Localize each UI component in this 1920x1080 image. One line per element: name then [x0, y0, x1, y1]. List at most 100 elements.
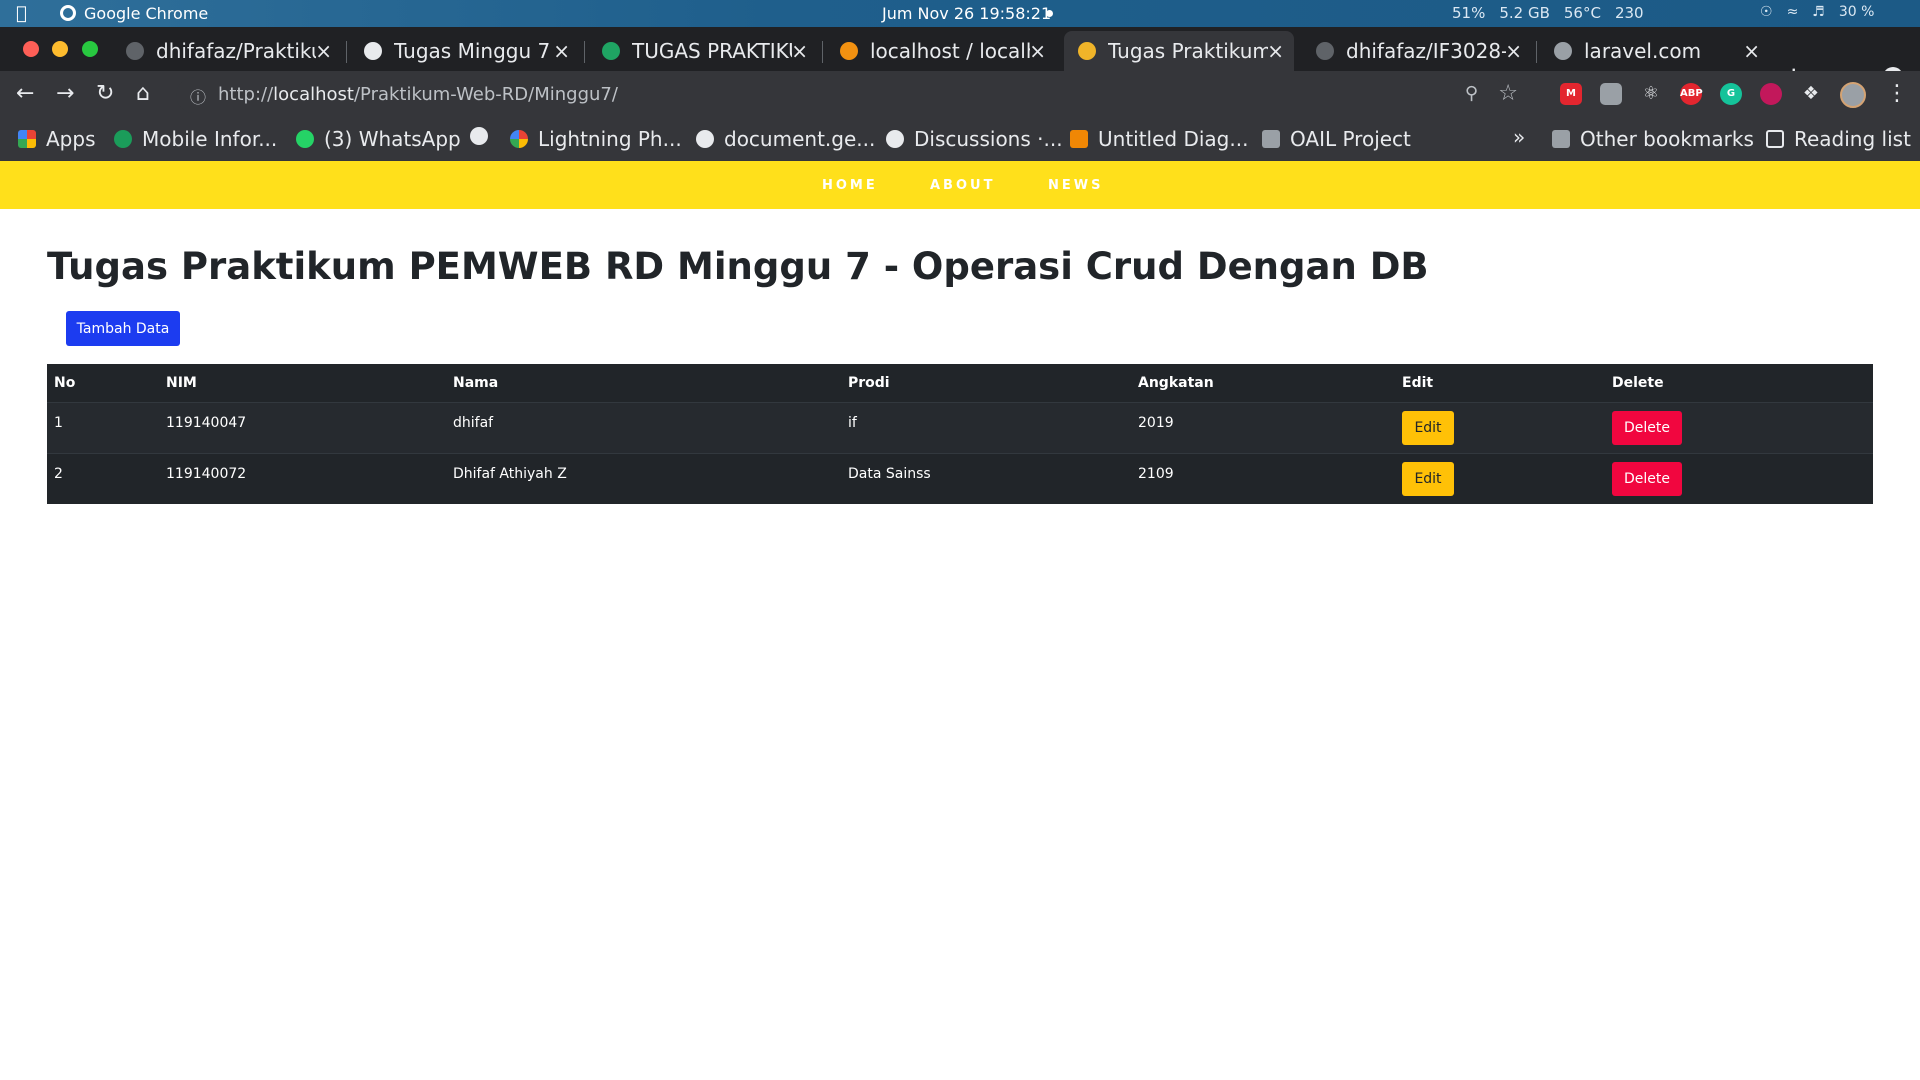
nav-news[interactable]: NEWS	[1048, 178, 1103, 193]
reading-list-icon	[1766, 130, 1784, 148]
browser-tab[interactable]: Tugas Minggu 7 F ×	[350, 31, 580, 71]
extension-icon[interactable]	[1600, 83, 1622, 105]
puzzle-extensions-icon[interactable]: ❖	[1800, 83, 1822, 105]
phpmyadmin-icon	[840, 42, 858, 60]
edit-button[interactable]: Edit	[1402, 462, 1454, 496]
tab-strip: dhifafaz/Praktiku × Tugas Minggu 7 F × TUGAS…	[0, 27, 1920, 93]
table-row: 2 119140072 Dhifaf Athiyah Z Data Sainss…	[47, 453, 1873, 504]
bookmark-lightning[interactable]: Lightning Ph...	[510, 127, 682, 151]
bookmark-diagram[interactable]: Untitled Diag...	[1070, 127, 1248, 151]
reading-list[interactable]: Reading list	[1766, 127, 1911, 151]
bookmark-label: document.ge...	[724, 127, 876, 151]
address-url[interactable]: http://localhost/Praktikum-Web-RD/Minggu…	[218, 84, 618, 105]
cell-prodi: Data Sainss	[848, 466, 931, 482]
close-tab-icon[interactable]: ×	[553, 39, 570, 63]
column-header: NIM	[166, 375, 197, 391]
more-menu-icon[interactable]: ⋮	[1886, 81, 1908, 106]
bookmark-label: Untitled Diag...	[1098, 127, 1249, 151]
back-arrow-icon[interactable]: ←	[16, 81, 34, 106]
browser-toolbar: ← → ↻ ⌂ ⓘ http://localhost/Praktikum-Web…	[0, 71, 1920, 119]
home-icon[interactable]: ⌂	[136, 81, 150, 106]
browser-tab[interactable]: localhost / localh ×	[826, 31, 1056, 71]
adblock-icon[interactable]: ABP	[1680, 83, 1703, 105]
apps-grid-icon	[18, 130, 36, 148]
column-header: Prodi	[848, 375, 890, 391]
tab-title: Tugas Praktikum	[1108, 39, 1268, 63]
battery-stat[interactable]: 30 %	[1839, 4, 1875, 20]
close-window-button[interactable]	[23, 41, 39, 57]
cell-prodi: if	[848, 415, 857, 431]
tab-separator	[346, 41, 347, 63]
close-tab-icon[interactable]: ×	[1029, 39, 1046, 63]
tab-title: TUGAS PRAKTIKU	[632, 39, 792, 63]
forward-arrow-icon[interactable]: →	[56, 81, 74, 106]
globe-icon	[1554, 42, 1572, 60]
bookmark-mobile-info[interactable]: Mobile Infor...	[114, 127, 277, 151]
bookmark-label: (3) WhatsApp	[324, 127, 461, 151]
github-icon	[126, 42, 144, 60]
bookmark-discussions[interactable]: Discussions ·...	[886, 127, 1063, 151]
system-stats: 51% 5.2 GB 56°C 230	[1452, 4, 1644, 22]
browser-tab[interactable]: Tugas Praktikum ×	[1064, 31, 1294, 71]
system-clock[interactable]: Jum Nov 26 19:58:21	[882, 4, 1051, 23]
grammarly-icon[interactable]: G	[1720, 83, 1742, 105]
bookmark-globe[interactable]	[470, 127, 498, 145]
volume-icon[interactable]: ♬	[1812, 4, 1825, 20]
react-devtools-icon[interactable]: ⚛	[1640, 83, 1662, 105]
globe-icon	[886, 130, 904, 148]
page-title: Tugas Praktikum PEMWEB RD Minggu 7 - Ope…	[47, 245, 1429, 288]
extension-icon[interactable]	[1760, 83, 1782, 105]
zoom-icon[interactable]: ⚲	[1465, 83, 1478, 104]
classroom-icon	[364, 42, 382, 60]
reload-icon[interactable]: ↻	[96, 81, 114, 106]
column-header: No	[54, 375, 76, 391]
apple-icon[interactable]: 	[16, 3, 27, 24]
close-tab-icon[interactable]: ×	[315, 39, 332, 63]
column-header: Angkatan	[1138, 375, 1214, 391]
accessibility-icon[interactable]: ☉	[1760, 4, 1773, 20]
address-bar[interactable]: ⓘ http://localhost/Praktikum-Web-RD/Ming…	[176, 77, 1518, 113]
github-icon	[1316, 42, 1334, 60]
google-icon	[510, 130, 528, 148]
site-info-icon[interactable]: ⓘ	[190, 84, 206, 108]
active-app-name[interactable]: Google Chrome	[84, 4, 208, 23]
close-tab-icon[interactable]: ×	[1267, 39, 1284, 63]
globe-icon	[696, 130, 714, 148]
delete-button[interactable]: Delete	[1612, 462, 1682, 496]
temperature-stat: 56°C	[1563, 4, 1601, 22]
bookmark-oail-project[interactable]: OAIL Project	[1262, 127, 1411, 151]
minimize-window-button[interactable]	[52, 41, 68, 57]
nav-about[interactable]: ABOUT	[930, 178, 995, 193]
wifi-icon[interactable]: ≈	[1787, 4, 1799, 20]
delete-button[interactable]: Delete	[1612, 411, 1682, 445]
bookmarks-overflow[interactable]: »	[1513, 125, 1525, 149]
url-scheme: http://	[218, 84, 274, 105]
close-tab-icon[interactable]: ×	[791, 39, 808, 63]
bookmark-whatsapp[interactable]: (3) WhatsApp	[296, 127, 461, 151]
profile-avatar[interactable]	[1840, 82, 1866, 108]
cpu-stat: 51%	[1452, 4, 1486, 22]
tab-separator	[822, 41, 823, 63]
edit-button[interactable]: Edit	[1402, 411, 1454, 445]
close-tab-icon[interactable]: ×	[1505, 39, 1522, 63]
browser-tab[interactable]: dhifafaz/IF3028-T ×	[1302, 31, 1532, 71]
bookmark-star-icon[interactable]: ☆	[1498, 81, 1518, 106]
mendeley-extension-icon[interactable]: M	[1560, 83, 1582, 105]
site-favicon-icon	[114, 130, 132, 148]
bookmark-label: Discussions ·...	[914, 127, 1063, 151]
bookmark-label: Other bookmarks	[1580, 127, 1754, 151]
bookmark-label: OAIL Project	[1290, 127, 1411, 151]
browser-tab[interactable]: laravel.com ×	[1540, 31, 1770, 71]
laravel-icon	[1078, 42, 1096, 60]
browser-tab[interactable]: TUGAS PRAKTIKU ×	[588, 31, 818, 71]
maximize-window-button[interactable]	[82, 41, 98, 57]
nav-home[interactable]: HOME	[822, 178, 878, 193]
browser-tab[interactable]: dhifafaz/Praktiku ×	[112, 31, 342, 71]
bookmark-apps[interactable]: Apps	[18, 127, 96, 151]
other-bookmarks[interactable]: Other bookmarks	[1552, 127, 1754, 151]
bookmark-document[interactable]: document.ge...	[696, 127, 875, 151]
close-tab-icon[interactable]: ×	[1743, 39, 1760, 63]
cell-nama: Dhifaf Athiyah Z	[453, 466, 567, 482]
add-data-button[interactable]: Tambah Data	[66, 311, 180, 346]
tab-separator	[584, 41, 585, 63]
